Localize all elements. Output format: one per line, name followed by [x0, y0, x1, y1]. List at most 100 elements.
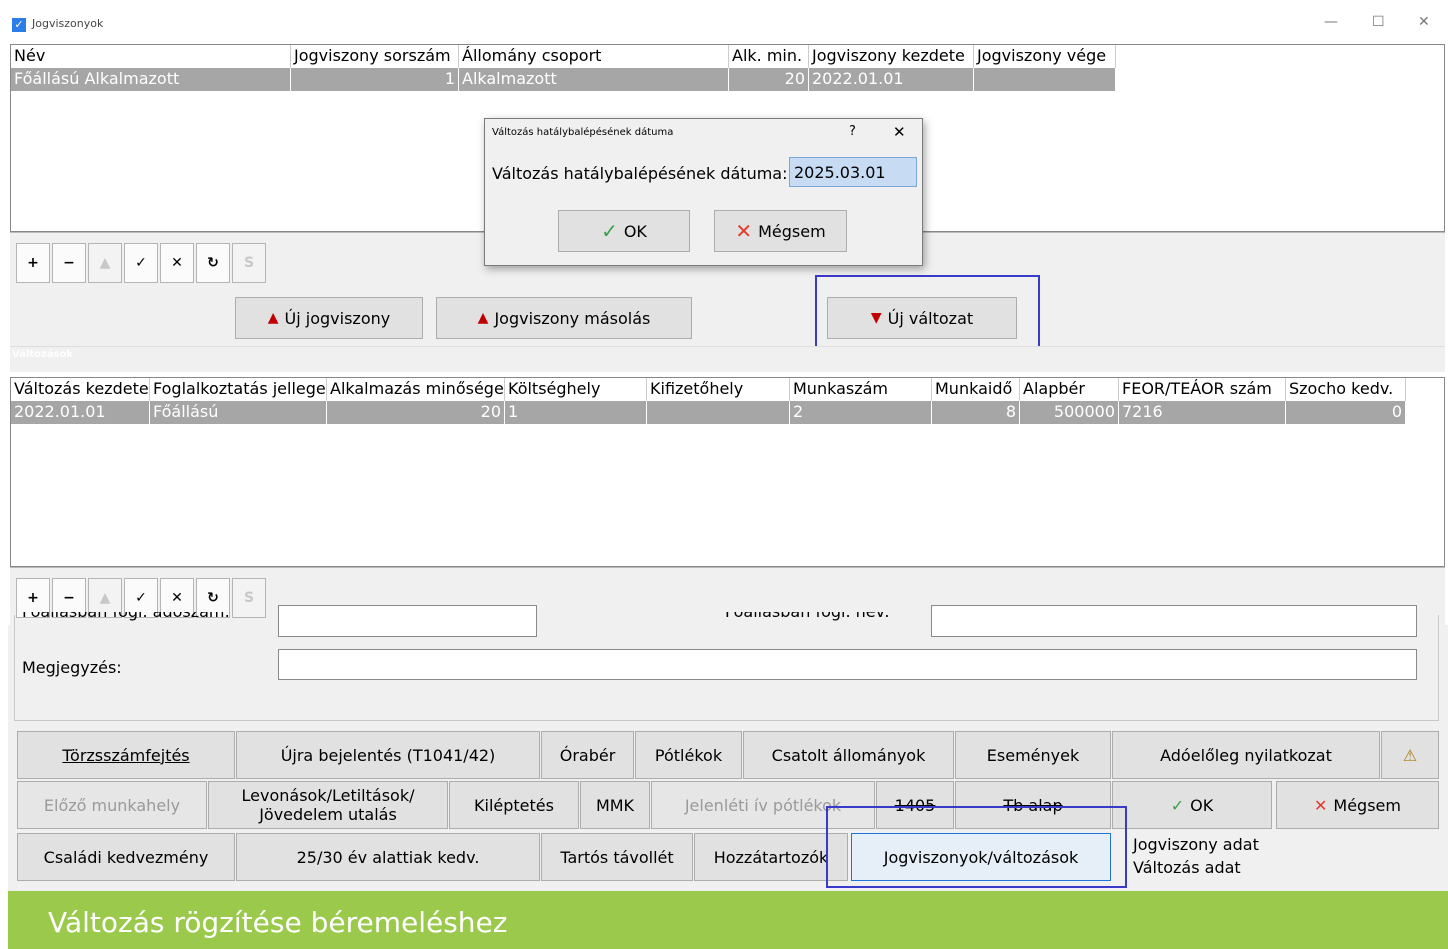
- window-titlebar: ✓ Jogviszonyok — ☐ ✕: [8, 8, 1448, 40]
- col-header-quality[interactable]: Alkalmazás minősége: [327, 378, 505, 401]
- dialog-title: Változás hatálybalépésének dátuma: [492, 127, 674, 138]
- relations-grid-header: Név Jogviszony sorszám Állomány csoport …: [11, 45, 1116, 68]
- delete-row-button[interactable]: −: [52, 243, 86, 283]
- attached-files-button[interactable]: Csatolt állományok: [743, 731, 954, 779]
- main-ok-button[interactable]: ✓ OK: [1112, 781, 1272, 829]
- cell-change-start[interactable]: 2022.01.01: [11, 401, 150, 424]
- cell-name[interactable]: Főállású Alkalmazott: [11, 68, 291, 91]
- cell-base-salary[interactable]: 500000: [1020, 401, 1119, 424]
- mmk-button[interactable]: MMK: [580, 781, 650, 829]
- col-header-cost-center[interactable]: Költséghely: [505, 378, 647, 401]
- effective-date-label: Változás hatálybalépésének dátuma:: [492, 164, 788, 183]
- family-discount-button[interactable]: Családi kedvezmény: [17, 833, 235, 881]
- table-row[interactable]: 2022.01.01 Főállású 20 1 2 8 500000 7216…: [11, 401, 1406, 424]
- hourly-wage-button[interactable]: Órabér: [541, 731, 634, 779]
- s-button[interactable]: S: [232, 243, 266, 283]
- changes-grid[interactable]: Változás kezdete Foglalkoztatás jellege …: [10, 377, 1445, 567]
- col-header-change-start[interactable]: Változás kezdete: [11, 378, 150, 401]
- col-header-end[interactable]: Jogviszony vége: [974, 45, 1116, 68]
- highlight-relations-changes: [826, 806, 1127, 888]
- cell-start[interactable]: 2022.01.01: [809, 68, 974, 91]
- tax-number-label: Főállásban fogl. adószám:: [22, 612, 230, 626]
- tax-number-field[interactable]: [278, 605, 537, 637]
- cell-feor[interactable]: 7216: [1119, 401, 1286, 424]
- col-header-employment[interactable]: Foglalkoztatás jellege: [150, 378, 327, 401]
- col-header-work-time[interactable]: Munkaidő: [932, 378, 1020, 401]
- col-header-payment-place[interactable]: Kifizetőhely: [647, 378, 790, 401]
- person-warning-icon: ⚠: [1402, 745, 1418, 765]
- cell-work-time[interactable]: 8: [932, 401, 1020, 424]
- s-button[interactable]: S: [232, 578, 266, 618]
- dialog-help-button[interactable]: ?: [849, 124, 856, 139]
- cell-group[interactable]: Alkalmazott: [459, 68, 729, 91]
- tax-calc-button[interactable]: Törzsszámfejtés: [17, 731, 235, 779]
- col-header-start[interactable]: Jogviszony kezdete: [809, 45, 974, 68]
- minimize-button[interactable]: —: [1324, 14, 1338, 30]
- dialog-close-button[interactable]: ✕: [893, 123, 906, 141]
- maximize-button[interactable]: ☐: [1372, 14, 1385, 30]
- col-header-name[interactable]: Név: [11, 45, 291, 68]
- effective-date-input[interactable]: [789, 157, 917, 187]
- app-check-icon: ✓: [12, 18, 26, 32]
- copy-relation-button[interactable]: ▲ Jogviszony másolás: [436, 297, 692, 339]
- col-header-min[interactable]: Alk. min.: [729, 45, 809, 68]
- add-row-button[interactable]: +: [16, 243, 50, 283]
- actions-area: [10, 290, 1445, 346]
- refresh-button[interactable]: ↻: [196, 243, 230, 283]
- cross-icon: ✕: [1314, 795, 1328, 815]
- col-header-seq[interactable]: Jogviszony sorszám: [291, 45, 459, 68]
- note-label: Megjegyzés:: [22, 658, 122, 677]
- legend-change-data: Változás adat: [1133, 858, 1241, 877]
- arrow-up-icon: ▲: [267, 310, 279, 326]
- window-title: Jogviszonyok: [32, 17, 104, 30]
- changes-section-band: [10, 346, 1445, 372]
- dialog-cancel-button[interactable]: ✕ Mégsem: [714, 210, 847, 252]
- caption-text: Változás rögzítése béremeléshez: [48, 906, 508, 939]
- employer-name-field[interactable]: [931, 605, 1417, 637]
- prev-workplace-button[interactable]: Előző munkahely: [17, 781, 207, 829]
- cell-szocho[interactable]: 0: [1286, 401, 1406, 424]
- exit-button[interactable]: Kiléptetés: [449, 781, 579, 829]
- main-ok-label: OK: [1190, 795, 1214, 815]
- col-header-group[interactable]: Állomány csoport: [459, 45, 729, 68]
- close-button[interactable]: ✕: [1418, 14, 1430, 30]
- col-header-job-number[interactable]: Munkaszám: [790, 378, 932, 401]
- cell-seq[interactable]: 1: [291, 68, 459, 91]
- check-icon: ✓: [1170, 795, 1185, 815]
- long-absence-button[interactable]: Tartós távollét: [541, 833, 693, 881]
- cross-icon: ✕: [735, 219, 753, 243]
- dialog-ok-button[interactable]: ✓ OK: [558, 210, 690, 252]
- main-cancel-label: Mégsem: [1333, 795, 1401, 815]
- extra-button[interactable]: ⚠: [1381, 731, 1439, 779]
- col-header-feor[interactable]: FEOR/TEÁOR szám: [1119, 378, 1286, 401]
- changes-section-label: Változások: [12, 349, 74, 360]
- effective-date-dialog: Változás hatálybalépésének dátuma ? ✕ Vá…: [484, 118, 923, 266]
- new-relation-button[interactable]: ▲ Új jogviszony: [235, 297, 423, 339]
- cell-min[interactable]: 20: [729, 68, 809, 91]
- main-cancel-button[interactable]: ✕ Mégsem: [1276, 781, 1439, 829]
- col-header-base-salary[interactable]: Alapbér: [1020, 378, 1119, 401]
- cell-job-number[interactable]: 2: [790, 401, 932, 424]
- cancel-row-button[interactable]: ✕: [160, 243, 194, 283]
- copy-relation-label: Jogviszony másolás: [494, 308, 651, 328]
- cell-payment-place[interactable]: [647, 401, 790, 424]
- allowances-button[interactable]: Pótlékok: [635, 731, 742, 779]
- dialog-cancel-label: Mégsem: [758, 221, 826, 241]
- tax-declaration-button[interactable]: Adóelőleg nyilatkozat: [1112, 731, 1380, 779]
- deductions-line2: Jövedelem utalás: [259, 805, 397, 824]
- re-register-button[interactable]: Újra bejelentés (T1041/42): [236, 731, 540, 779]
- under-25-button[interactable]: 25/30 év alattiak kedv.: [236, 833, 540, 881]
- cell-end[interactable]: [974, 68, 1116, 91]
- cell-quality[interactable]: 20: [327, 401, 505, 424]
- deductions-button[interactable]: Levonások/Letiltások/ Jövedelem utalás: [208, 781, 448, 829]
- move-up-button[interactable]: ▲: [88, 243, 122, 283]
- confirm-row-button[interactable]: ✓: [124, 243, 158, 283]
- relatives-button[interactable]: Hozzátartozók: [694, 833, 848, 881]
- note-field[interactable]: [278, 649, 1417, 680]
- col-header-szocho[interactable]: Szocho kedv.: [1286, 378, 1406, 401]
- table-row[interactable]: Főállású Alkalmazott 1 Alkalmazott 20 20…: [11, 68, 1116, 91]
- legend-relation-data: Jogviszony adat: [1133, 835, 1259, 854]
- cell-cost-center[interactable]: 1: [505, 401, 647, 424]
- events-button[interactable]: Események: [955, 731, 1111, 779]
- cell-employment[interactable]: Főállású: [150, 401, 327, 424]
